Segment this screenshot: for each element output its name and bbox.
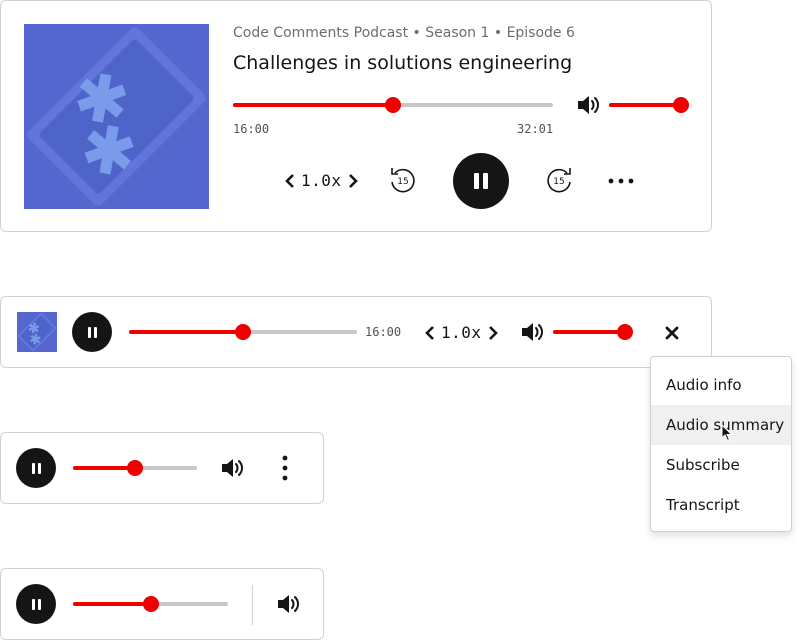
volume-slider[interactable]: [609, 97, 689, 113]
duration: 32:01: [517, 122, 554, 136]
pause-button[interactable]: [72, 312, 112, 352]
playback-rate-control: 1.0x: [283, 171, 360, 190]
pause-icon: [474, 173, 488, 189]
menu-item-subscribe[interactable]: Subscribe: [651, 445, 791, 485]
pause-button[interactable]: [16, 448, 56, 488]
overflow-menu: Audio info Audio summary Subscribe Trans…: [650, 356, 792, 532]
volume-icon[interactable]: [219, 457, 247, 479]
episode-title: Challenges in solutions engineering: [233, 52, 573, 74]
volume-icon[interactable]: [519, 321, 547, 343]
chevron-right-icon[interactable]: [486, 325, 500, 340]
menu-item-audio-info[interactable]: Audio info: [651, 365, 791, 405]
divider: [252, 585, 253, 625]
progress-handle[interactable]: [127, 460, 143, 476]
current-time: 16:00: [365, 325, 402, 339]
progress-handle[interactable]: [385, 97, 401, 113]
playback-rate-value: 1.0x: [441, 323, 482, 342]
progress-handle[interactable]: [142, 596, 159, 612]
pause-icon: [31, 598, 41, 610]
progress-handle[interactable]: [235, 324, 251, 340]
episode-meta: Code Comments Podcast • Season 1 • Episo…: [233, 25, 575, 41]
close-icon: [665, 326, 679, 340]
playback-rate-value: 1.0x: [301, 171, 342, 190]
chevron-right-icon[interactable]: [346, 173, 360, 188]
audio-player-compact: 16:00 1.0x: [0, 296, 712, 368]
volume-handle[interactable]: [617, 324, 633, 340]
episode-artwork: [24, 24, 209, 209]
progress-slider[interactable]: [73, 460, 197, 476]
audio-player-mini-divided: [0, 568, 324, 640]
skip-forward-15-button[interactable]: 15: [545, 165, 575, 195]
chevron-left-icon[interactable]: [283, 173, 297, 188]
more-options-button[interactable]: [277, 453, 293, 483]
skip-back-15-button[interactable]: 15: [387, 165, 417, 195]
episode-artwork-thumb: [17, 312, 57, 352]
volume-slider[interactable]: [553, 324, 633, 340]
more-vertical-icon: [282, 455, 288, 481]
skip-forward-15-icon: 15: [547, 168, 571, 193]
mouse-cursor-icon: [721, 424, 733, 442]
close-button[interactable]: [663, 324, 681, 342]
pause-icon: [31, 462, 41, 474]
skip-back-15-icon: 15: [391, 168, 415, 193]
pause-button[interactable]: [453, 153, 509, 209]
more-horizontal-icon: [608, 178, 634, 184]
pause-icon: [87, 326, 97, 338]
pause-button[interactable]: [16, 584, 56, 624]
current-time: 16:00: [233, 122, 270, 136]
progress-slider[interactable]: [129, 324, 357, 340]
audio-player-full: Code Comments Podcast • Season 1 • Episo…: [0, 0, 712, 232]
more-options-button[interactable]: [605, 171, 637, 191]
skip-back-seconds: 15: [397, 177, 408, 187]
progress-slider[interactable]: [233, 97, 553, 113]
menu-item-transcript[interactable]: Transcript: [651, 485, 791, 525]
skip-forward-seconds: 15: [553, 177, 564, 187]
audio-player-mini: [0, 432, 324, 504]
playback-rate-control: 1.0x: [423, 323, 500, 342]
volume-handle[interactable]: [673, 97, 689, 113]
progress-slider[interactable]: [73, 596, 228, 612]
chevron-left-icon[interactable]: [423, 325, 437, 340]
volume-icon[interactable]: [575, 94, 603, 116]
volume-icon[interactable]: [275, 593, 303, 615]
